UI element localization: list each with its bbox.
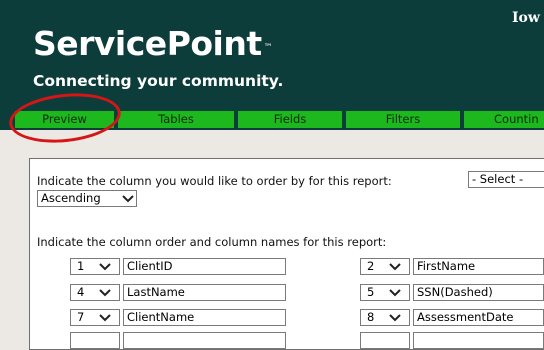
column-order-select[interactable]: 2 xyxy=(360,258,410,275)
column-name-field[interactable]: ClientName xyxy=(123,309,286,326)
tab-fields[interactable]: Fields xyxy=(238,111,342,128)
organization-name: Iow xyxy=(512,10,540,26)
column-order-select[interactable]: 1 xyxy=(70,258,120,275)
order-by-select[interactable]: - Select - xyxy=(468,171,544,188)
column-order-value: 8 xyxy=(367,310,375,324)
column-order-value: 2 xyxy=(367,259,375,273)
chevron-down-icon xyxy=(122,195,134,203)
column-order-value: 1 xyxy=(77,259,85,273)
column-name-field[interactable]: SSN(Dashed) xyxy=(413,284,544,301)
chevron-down-icon xyxy=(99,263,111,271)
app-header: ServicePoint ™ Connecting your community.… xyxy=(0,0,544,108)
chevron-down-icon xyxy=(99,289,111,297)
column-name-field[interactable]: FirstName xyxy=(413,258,544,275)
column-order-prompt: Indicate the column order and column nam… xyxy=(37,235,387,249)
tab-filters[interactable]: Filters xyxy=(346,111,460,128)
column-name-field[interactable]: ClientID xyxy=(123,258,286,275)
column-order-value: 4 xyxy=(77,285,85,299)
chevron-down-icon xyxy=(389,289,401,297)
column-order-select[interactable]: 7 xyxy=(70,309,120,326)
column-name-field[interactable]: LastName xyxy=(123,284,286,301)
column-order-value: 7 xyxy=(77,310,85,324)
tab-tables[interactable]: Tables xyxy=(118,111,234,128)
order-by-prompt: Indicate the column you would like to or… xyxy=(37,174,392,188)
sort-direction-value: Ascending xyxy=(41,191,101,205)
servicepoint-logo: ServicePoint ™ xyxy=(33,24,273,63)
column-name-field[interactable]: AssessmentDate xyxy=(413,309,544,326)
column-order-select[interactable]: 8 xyxy=(360,309,410,326)
column-order-select[interactable]: 4 xyxy=(70,284,120,301)
chevron-down-icon xyxy=(389,314,401,322)
column-order-value: 5 xyxy=(367,285,375,299)
chevron-down-icon xyxy=(389,263,401,271)
column-order-select[interactable]: 5 xyxy=(360,284,410,301)
sort-direction-select[interactable]: Ascending xyxy=(37,190,137,207)
chevron-down-icon xyxy=(99,314,111,322)
tab-counting[interactable]: Countin xyxy=(464,111,544,128)
tagline: Connecting your community. xyxy=(33,72,284,90)
